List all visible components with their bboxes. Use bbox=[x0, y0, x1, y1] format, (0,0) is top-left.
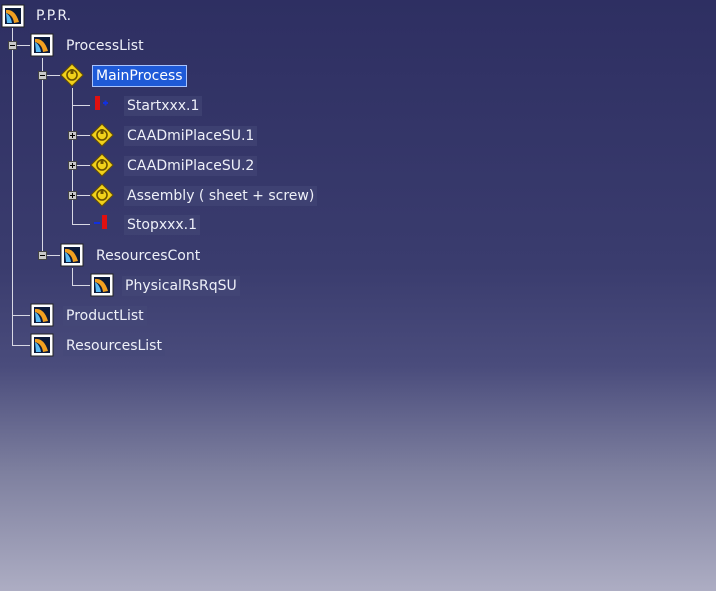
tree-connector bbox=[72, 224, 90, 225]
tree-node-process-list[interactable]: ProcessList bbox=[63, 36, 147, 56]
tree-node-resources-cont[interactable]: ResourcesCont bbox=[93, 246, 203, 266]
tree-node-place2[interactable]: CAADmiPlaceSU.2 bbox=[124, 156, 258, 176]
tree-node-place1[interactable]: CAADmiPlaceSU.1 bbox=[124, 126, 258, 146]
expand-toggle-place1[interactable] bbox=[68, 131, 77, 140]
product-icon[interactable] bbox=[90, 273, 114, 297]
tree-connector bbox=[72, 285, 90, 286]
product-icon[interactable] bbox=[1, 4, 25, 28]
specification-tree: P.P.R. ProcessList MainProcess Startxxx.… bbox=[0, 0, 716, 591]
tree-connector bbox=[42, 58, 43, 255]
tree-node-main-process[interactable]: MainProcess bbox=[92, 65, 187, 87]
process-icon[interactable] bbox=[90, 183, 114, 207]
product-icon[interactable] bbox=[60, 243, 84, 267]
tree-node-start[interactable]: Startxxx.1 bbox=[124, 96, 203, 116]
tree-connector bbox=[72, 268, 73, 285]
tree-node-assembly[interactable]: Assembly ( sheet + screw) bbox=[124, 186, 318, 206]
tree-node-product-list[interactable]: ProductList bbox=[63, 306, 147, 326]
tree-connector bbox=[72, 105, 90, 106]
tree-node-physical[interactable]: PhysicalRsRqSU bbox=[122, 276, 240, 296]
process-icon[interactable] bbox=[60, 63, 84, 87]
tree-connector bbox=[12, 28, 13, 346]
tree-connector bbox=[12, 315, 30, 316]
product-icon[interactable] bbox=[30, 33, 54, 57]
tree-connector bbox=[12, 345, 30, 346]
expand-toggle-assembly[interactable] bbox=[68, 191, 77, 200]
expand-toggle-place2[interactable] bbox=[68, 161, 77, 170]
product-icon[interactable] bbox=[30, 303, 54, 327]
stop-activity-icon[interactable] bbox=[90, 212, 114, 236]
process-icon[interactable] bbox=[90, 123, 114, 147]
collapse-toggle-resources-cont[interactable] bbox=[38, 251, 47, 260]
process-icon[interactable] bbox=[90, 153, 114, 177]
tree-connector bbox=[72, 88, 73, 224]
collapse-toggle-process-list[interactable] bbox=[8, 41, 17, 50]
start-activity-icon[interactable] bbox=[90, 93, 114, 117]
tree-node-ppr[interactable]: P.P.R. bbox=[33, 6, 74, 26]
tree-node-stop[interactable]: Stopxxx.1 bbox=[124, 215, 201, 235]
collapse-toggle-main-process[interactable] bbox=[38, 71, 47, 80]
product-icon[interactable] bbox=[30, 333, 54, 357]
tree-node-resources-list[interactable]: ResourcesList bbox=[63, 336, 165, 356]
